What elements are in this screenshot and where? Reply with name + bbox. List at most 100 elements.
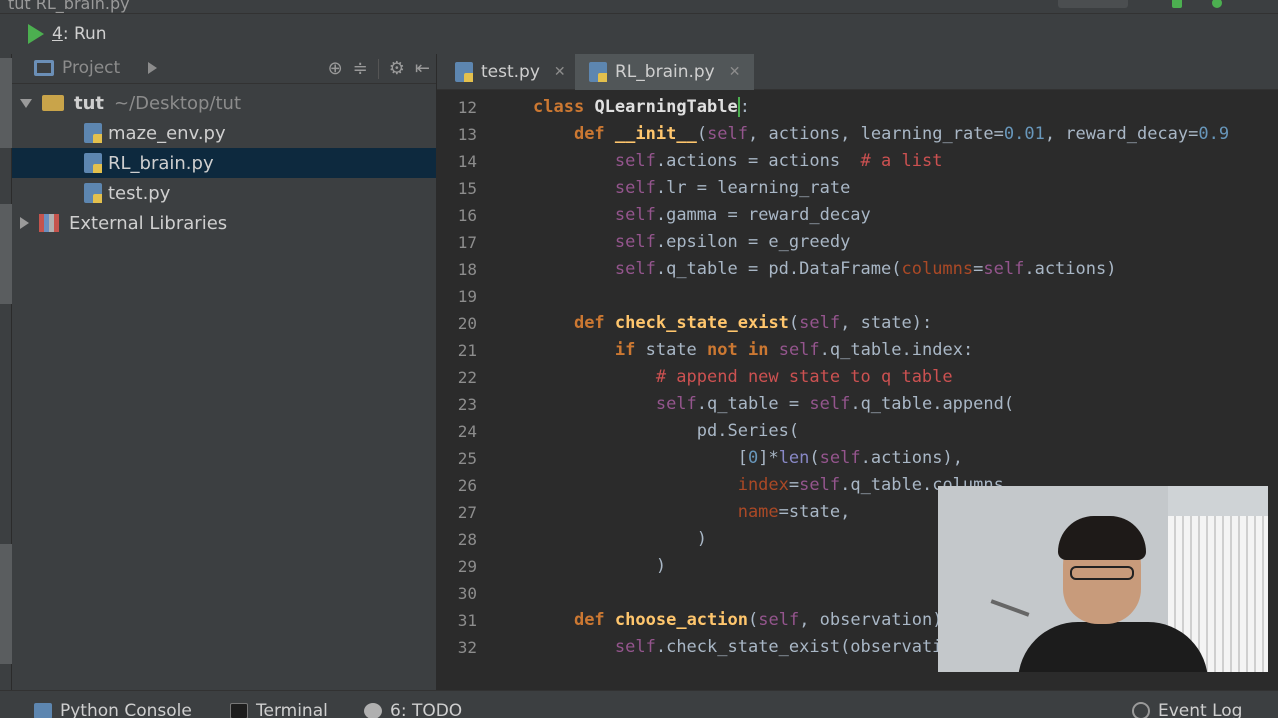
run-tab[interactable]: 4: Run [28, 24, 107, 44]
title-bar: tut RL_brain.py [0, 0, 1278, 14]
breadcrumb[interactable]: tut RL_brain.py [8, 0, 130, 13]
todo-button[interactable]: 6: TODO [364, 701, 462, 718]
tab-label: RL_brain.py [615, 62, 715, 82]
line-number: 12 [457, 98, 477, 117]
libraries-icon [39, 214, 59, 232]
toolbar-divider [377, 58, 379, 79]
code-line: self.gamma = reward_decay [614, 205, 871, 225]
python-file-icon [455, 62, 473, 82]
line-number: 19 [457, 287, 477, 306]
project-panel-header: Project ⊕ ≑ ⚙ ⇤ [12, 54, 436, 84]
run-tool-header: 4: Run [0, 14, 1278, 54]
tab-label: test.py [481, 62, 540, 82]
terminal-button[interactable]: Terminal [230, 701, 328, 718]
line-number: 18 [457, 260, 477, 279]
python-file-icon [84, 183, 102, 203]
gear-icon[interactable]: ⚙ [389, 58, 405, 79]
presenter-hair [1058, 516, 1146, 560]
root-folder-path: ~/Desktop/tut [114, 92, 241, 114]
close-icon[interactable]: ✕ [554, 64, 566, 80]
collapse-arrow-icon[interactable] [20, 98, 32, 108]
project-panel: Project ⊕ ≑ ⚙ ⇤ tut ~/Desktop/tut maze_e… [12, 54, 436, 690]
line-number: 20 [457, 314, 477, 333]
python-file-icon [84, 123, 102, 143]
tree-file-rl-brain[interactable]: RL_brain.py [12, 148, 436, 178]
line-number-gutter: 12 13 14 15 16 17 18 19 20 21 22 23 24 2… [437, 94, 477, 661]
line-number: 30 [457, 584, 477, 603]
hide-panel-icon[interactable]: ⇤ [415, 58, 430, 79]
todo-label: 6: TODO [390, 701, 463, 718]
python-file-icon [589, 62, 607, 82]
line-number: 32 [457, 638, 477, 657]
file-name: maze_env.py [108, 122, 226, 144]
editor-tab-bar: test.py ✕ RL_brain.py ✕ [437, 54, 1278, 90]
project-title: Project [62, 58, 121, 78]
run-tab-label: : Run [62, 24, 107, 44]
run-icon[interactable] [1172, 0, 1182, 8]
presenter-body [1018, 622, 1208, 672]
code-line: self.lr = learning_rate [614, 178, 851, 198]
project-view-selector[interactable]: Project [34, 58, 158, 78]
line-number: 16 [457, 206, 477, 225]
tree-root-tut[interactable]: tut ~/Desktop/tut [12, 88, 436, 118]
line-number: 17 [457, 233, 477, 252]
line-number: 26 [457, 476, 477, 495]
run-config-selector[interactable] [1058, 0, 1128, 8]
python-console-label: Python Console [60, 701, 192, 718]
todo-icon [364, 703, 382, 718]
line-number: 25 [457, 449, 477, 468]
code-line: def check_state_exist(self, state): [573, 313, 933, 333]
external-libraries-label: External Libraries [69, 212, 228, 234]
webcam-overlay [938, 486, 1268, 672]
tree-file-test[interactable]: test.py [12, 178, 436, 208]
close-icon[interactable]: ✕ [729, 64, 741, 80]
line-number: 29 [457, 557, 477, 576]
code-line: class QLearningTable: [533, 97, 750, 117]
terminal-label: Terminal [256, 701, 328, 718]
event-log-icon [1132, 702, 1150, 718]
code-line: [0]*len(self.actions), [737, 448, 963, 468]
tree-external-libraries[interactable]: External Libraries [12, 208, 436, 238]
collapse-all-icon[interactable]: ≑ [353, 58, 368, 79]
locate-icon[interactable]: ⊕ [328, 58, 343, 79]
line-number: 15 [457, 179, 477, 198]
expand-arrow-icon[interactable] [20, 217, 29, 229]
line-number: 14 [457, 152, 477, 171]
expand-arrow-icon [148, 62, 158, 74]
code-line: self.q_table = self.q_table.append( [655, 394, 1015, 414]
python-console-button[interactable]: Python Console [34, 701, 192, 718]
line-number: 21 [457, 341, 477, 360]
line-number: 13 [457, 125, 477, 144]
code-line: self.actions = actions # a list [614, 151, 943, 171]
event-log-button[interactable]: Event Log [1132, 701, 1242, 718]
line-number: 23 [457, 395, 477, 414]
code-line: self.q_table = pd.DataFrame(columns=self… [614, 259, 1117, 279]
bottom-tool-bar: Python Console Terminal 6: TODO Event Lo… [0, 690, 1278, 718]
project-icon [34, 60, 54, 76]
code-line: def __init__(self, actions, learning_rat… [573, 124, 1230, 144]
code-line: # append new state to q table [655, 367, 953, 387]
event-log-label: Event Log [1158, 701, 1243, 718]
tree-file-maze-env[interactable]: maze_env.py [12, 118, 436, 148]
line-number: 22 [457, 368, 477, 387]
structure-stripe-button[interactable] [0, 204, 12, 304]
code-line: if state not in self.q_table.index: [614, 340, 974, 360]
tab-test-py[interactable]: test.py ✕ [441, 54, 580, 90]
project-stripe-button[interactable] [0, 58, 12, 148]
project-toolbar: ⊕ ≑ ⚙ ⇤ [328, 58, 430, 79]
run-tab-number: 4 [52, 24, 63, 44]
root-folder-name: tut [74, 92, 105, 114]
debug-icon[interactable] [1212, 0, 1222, 8]
line-number: 31 [457, 611, 477, 630]
left-tool-stripe [0, 54, 12, 690]
line-number: 27 [457, 503, 477, 522]
project-tree: tut ~/Desktop/tut maze_env.py RL_brain.p… [12, 88, 436, 238]
terminal-icon [230, 703, 248, 718]
python-file-icon [84, 153, 102, 173]
tab-rl-brain-py[interactable]: RL_brain.py ✕ [575, 54, 755, 90]
file-name: test.py [108, 182, 171, 204]
line-number: 24 [457, 422, 477, 441]
folder-icon [42, 95, 64, 111]
favorites-stripe-button[interactable] [0, 544, 12, 664]
